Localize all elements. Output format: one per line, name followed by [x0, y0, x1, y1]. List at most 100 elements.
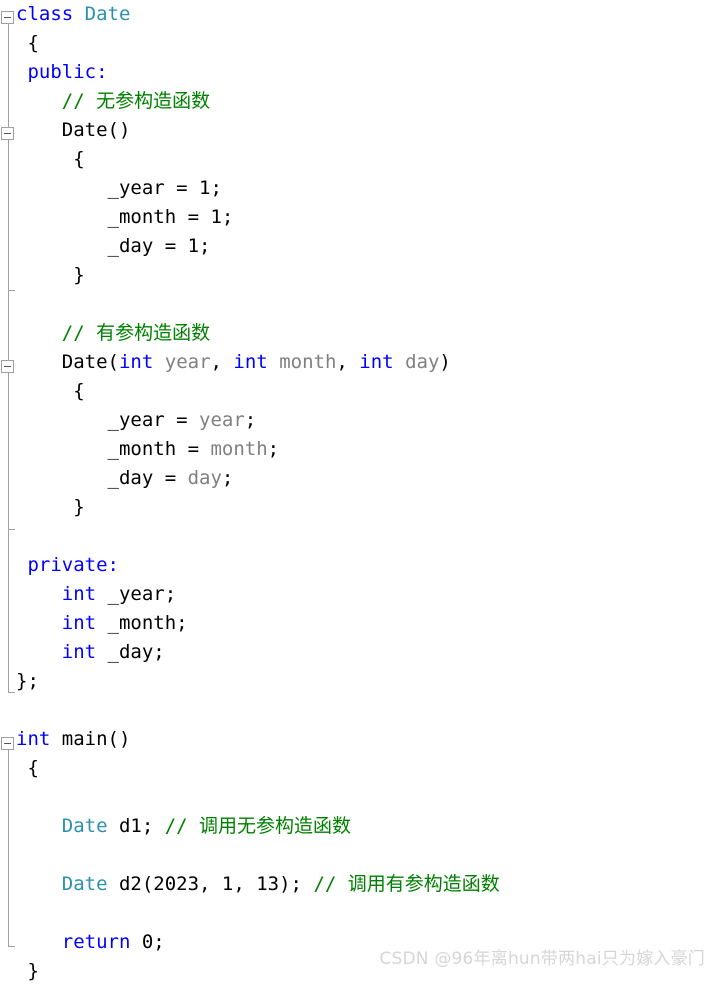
code-token-pln	[268, 351, 279, 373]
code-line[interactable]: Date d1; // 调用无参构造函数	[0, 812, 713, 841]
code-token-pln: _month =	[107, 438, 211, 460]
code-token-pln: ;	[221, 467, 234, 489]
code-token-pln: ,	[336, 351, 360, 373]
code-token-pln: _month;	[96, 612, 188, 634]
code-token-pln: }	[73, 264, 85, 286]
code-line[interactable]	[0, 841, 713, 870]
code-token-pln: ;	[244, 409, 257, 431]
code-token-pln: main()	[50, 728, 131, 750]
code-line[interactable]: private:	[0, 551, 713, 580]
code-token-pln: Date()	[61, 119, 131, 141]
code-line[interactable]: _month = month;	[0, 435, 713, 464]
code-line[interactable]: // 无参构造函数	[0, 87, 713, 116]
code-line[interactable]: _year = 1;	[0, 174, 713, 203]
code-token-type: Date	[61, 815, 108, 837]
code-token-kw: int	[233, 351, 268, 373]
code-line[interactable]: Date d2(2023, 1, 13); // 调用有参构造函数	[0, 870, 713, 899]
code-line[interactable]: // 有参构造函数	[0, 319, 713, 348]
code-token-pln: _year;	[96, 583, 177, 605]
code-line[interactable]: _day = day;	[0, 464, 713, 493]
code-token-par: month	[210, 438, 268, 460]
code-token-kw: int	[61, 641, 97, 663]
code-token-par: day	[405, 351, 440, 373]
code-token-kw: int	[61, 583, 97, 605]
code-token-pln: 0;	[130, 931, 165, 953]
code-token-pln: {	[73, 148, 85, 170]
code-token-kw: class	[16, 3, 74, 25]
code-lines-container[interactable]: class Date { public: // 无参构造函数 Date() { …	[0, 0, 713, 986]
code-line[interactable]: public:	[0, 58, 713, 87]
code-line[interactable]: _month = 1;	[0, 203, 713, 232]
code-line[interactable]	[0, 783, 713, 812]
code-token-pln: _month = 1;	[107, 206, 234, 228]
code-token-pln: {	[27, 32, 39, 54]
code-token-pln: _year =	[107, 409, 200, 431]
code-line[interactable]	[0, 522, 713, 551]
code-line[interactable]: };	[0, 667, 713, 696]
code-line[interactable]: {	[0, 377, 713, 406]
code-token-pln: ,	[210, 351, 234, 373]
code-line[interactable]: int _year;	[0, 580, 713, 609]
code-token-par: year	[164, 351, 211, 373]
code-token-pln: d2(2023, 1, 13);	[107, 873, 314, 895]
code-line[interactable]	[0, 899, 713, 928]
code-line[interactable]: {	[0, 29, 713, 58]
code-line[interactable]: class Date	[0, 0, 713, 29]
code-token-pln: ;	[267, 438, 280, 460]
code-token-cmt: // 调用有参构造函数	[313, 873, 500, 895]
code-token-type: Date	[61, 873, 108, 895]
code-token-kw: public:	[27, 61, 108, 83]
code-token-pln: _day;	[96, 641, 165, 663]
code-line[interactable]: int _day;	[0, 638, 713, 667]
code-token-pln	[153, 351, 164, 373]
code-token-pln	[394, 351, 405, 373]
code-editor-surface: class Date { public: // 无参构造函数 Date() { …	[0, 0, 713, 982]
code-token-cmt: // 调用无参构造函数	[164, 815, 352, 837]
code-token-pln: {	[27, 757, 39, 779]
code-line[interactable]: {	[0, 754, 713, 783]
code-token-par: month	[279, 351, 337, 373]
code-token-cmt: // 有参构造函数	[61, 322, 211, 344]
code-token-par: day	[187, 467, 222, 489]
code-token-type: Date	[84, 3, 131, 25]
code-line[interactable]: Date(int year, int month, int day)	[0, 348, 713, 377]
code-line[interactable]: _day = 1;	[0, 232, 713, 261]
code-line[interactable]	[0, 290, 713, 319]
code-line[interactable]: int main()	[0, 725, 713, 754]
code-token-pln: };	[16, 670, 39, 692]
code-token-kw: int	[16, 728, 51, 750]
code-token-kw: private:	[27, 554, 119, 576]
code-line[interactable]: _year = year;	[0, 406, 713, 435]
code-token-kw: int	[359, 351, 394, 373]
code-line[interactable]: Date()	[0, 116, 713, 145]
code-token-pln: )	[439, 351, 451, 373]
code-line[interactable]: {	[0, 145, 713, 174]
code-line[interactable]: int _month;	[0, 609, 713, 638]
code-token-par: year	[199, 409, 245, 431]
code-line[interactable]: }	[0, 493, 713, 522]
code-line[interactable]	[0, 696, 713, 725]
csdn-watermark: CSDN @96年离hun带两hai只为嫁入豪门	[379, 949, 705, 969]
code-token-kw: int	[61, 612, 97, 634]
code-token-pln: _year = 1;	[107, 177, 222, 199]
code-line[interactable]: }	[0, 261, 713, 290]
code-token-pln: Date(	[61, 351, 119, 373]
